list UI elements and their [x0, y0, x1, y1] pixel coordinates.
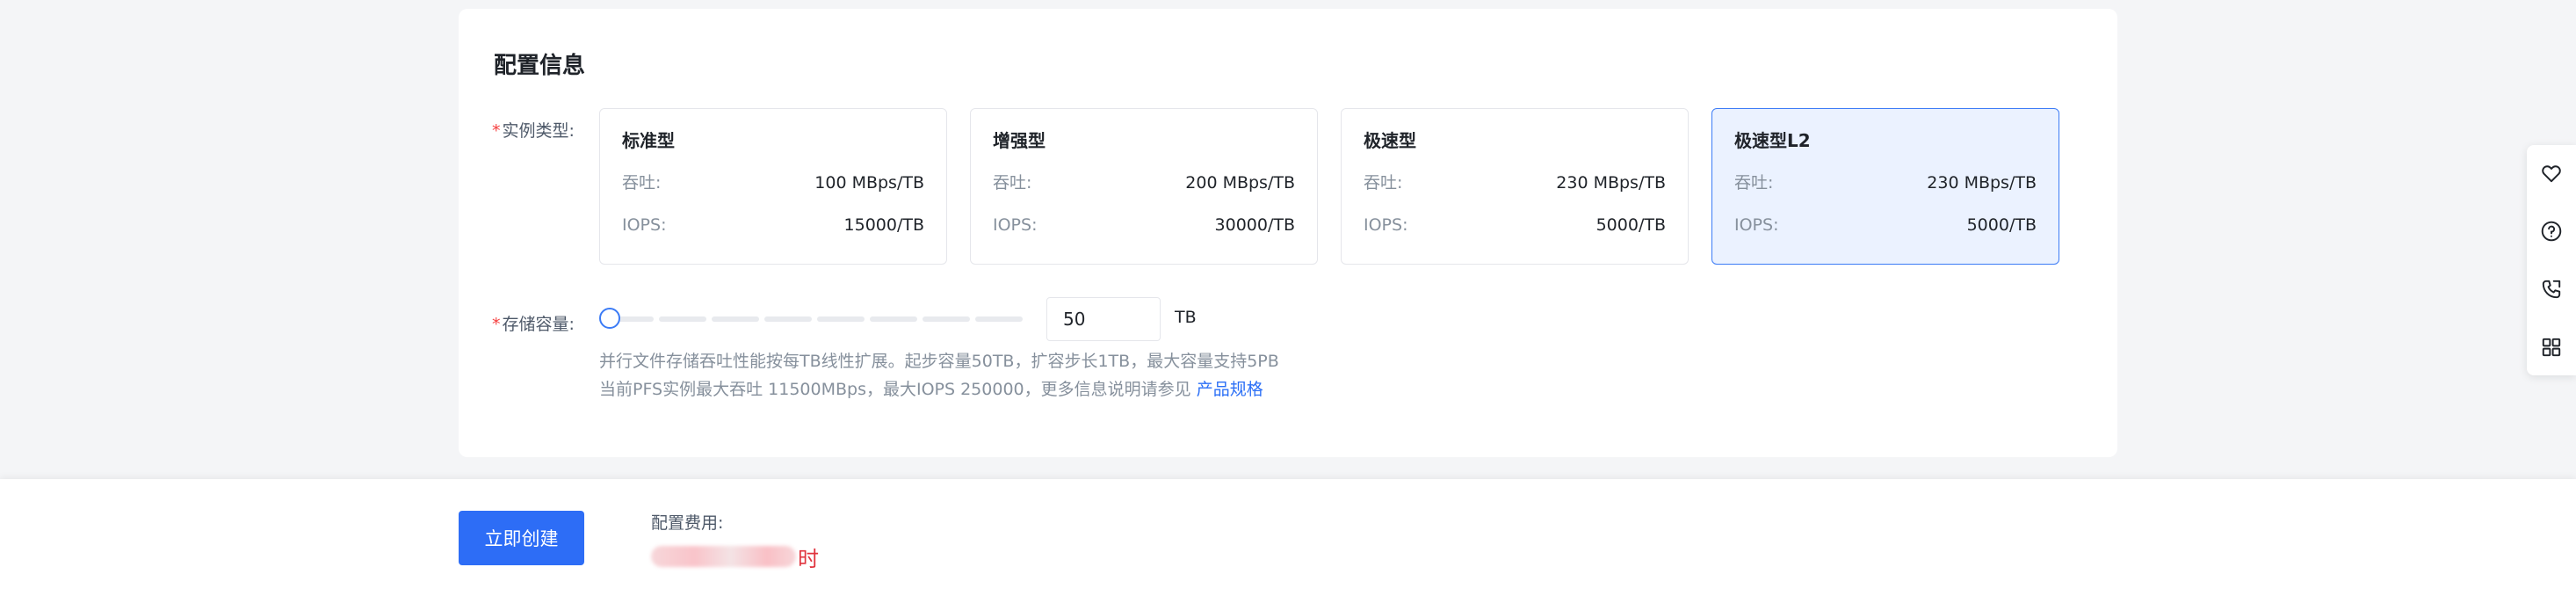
throughput-value: 100 MBps/TB — [814, 173, 924, 193]
slider-track-segment — [712, 316, 759, 322]
fee-label: 配置费用: — [651, 513, 724, 533]
slider-track-segment — [870, 316, 917, 322]
throughput-label: 吞吐: — [993, 173, 1032, 193]
fee-suffix: 时 — [798, 546, 819, 571]
throughput-label: 吞吐: — [622, 173, 662, 193]
type-name: 标准型 — [622, 130, 675, 151]
throughput-label: 吞吐: — [1364, 173, 1403, 193]
instance-type-card-extreme[interactable]: 极速型 吞吐: 230 MBps/TB IOPS: 5000/TB — [1341, 108, 1689, 265]
throughput-value: 200 MBps/TB — [1185, 173, 1295, 193]
favorite-button[interactable] — [2527, 145, 2576, 201]
instance-type-card-enhanced[interactable]: 增强型 吞吐: 200 MBps/TB IOPS: 30000/TB — [970, 108, 1318, 265]
footer-bar: 立即创建 配置费用: 时 — [0, 479, 2576, 589]
iops-label: IOPS: — [1734, 215, 1779, 235]
throughput-label: 吞吐: — [1734, 173, 1774, 193]
slider-track-segment — [975, 316, 1023, 322]
iops-label: IOPS: — [622, 215, 667, 235]
instance-type-label: * 实例类型: — [492, 121, 575, 141]
type-name: 极速型 — [1364, 130, 1416, 151]
section-title: 配置信息 — [494, 53, 586, 79]
type-name: 极速型L2 — [1734, 130, 1811, 151]
help-icon — [2541, 221, 2562, 242]
capacity-input[interactable] — [1046, 297, 1161, 341]
config-panel: 配置信息 * 实例类型: 标准型 吞吐: 100 MBps/TB IOPS: 1500… — [459, 9, 2117, 457]
phone-icon — [2542, 280, 2561, 299]
capacity-hint: 并行文件存储吞吐性能按每TB线性扩展。起步容量50TB，扩容步长1TB，最大容量… — [599, 352, 1279, 371]
slider-track-segment — [817, 316, 865, 322]
iops-value: 30000/TB — [1214, 215, 1295, 235]
instance-type-card-extreme-l2[interactable]: 极速型L2 吞吐: 230 MBps/TB IOPS: 5000/TB — [1711, 108, 2059, 265]
redacted-price — [651, 546, 796, 567]
slider-track-segment — [923, 316, 970, 322]
iops-label: IOPS: — [1364, 215, 1408, 235]
iops-label: IOPS: — [993, 215, 1038, 235]
capacity-label: * 存储容量: — [492, 315, 575, 334]
instance-type-card-standard[interactable]: 标准型 吞吐: 100 MBps/TB IOPS: 15000/TB — [599, 108, 947, 265]
slider-handle[interactable] — [599, 308, 620, 329]
capacity-slider[interactable] — [599, 306, 1482, 332]
iops-value: 15000/TB — [843, 215, 924, 235]
slider-track-segment — [764, 316, 812, 322]
create-button[interactable]: 立即创建 — [459, 511, 584, 565]
throughput-value: 230 MBps/TB — [1927, 173, 2037, 193]
contact-button[interactable] — [2527, 261, 2576, 317]
help-button[interactable] — [2527, 203, 2576, 259]
side-toolbar — [2527, 145, 2576, 375]
product-spec-link[interactable]: 产品规格 — [1197, 380, 1263, 399]
type-name: 增强型 — [993, 130, 1046, 151]
instance-type-options: 标准型 吞吐: 100 MBps/TB IOPS: 15000/TB 增强型 吞吐:… — [599, 108, 2059, 265]
iops-value: 5000/TB — [1966, 215, 2037, 235]
iops-value: 5000/TB — [1596, 215, 1666, 235]
capacity-hint-2: 当前PFS实例最大吞吐 11500MBps，最大IOPS 250000，更多信息… — [599, 380, 1263, 399]
capacity-unit: TB — [1175, 308, 1197, 327]
heart-icon — [2542, 165, 2561, 183]
fee-value: 时 — [651, 542, 819, 571]
grid-icon — [2542, 338, 2561, 357]
apps-button[interactable] — [2527, 319, 2576, 375]
throughput-value: 230 MBps/TB — [1556, 173, 1666, 193]
slider-track-segment — [659, 316, 706, 322]
